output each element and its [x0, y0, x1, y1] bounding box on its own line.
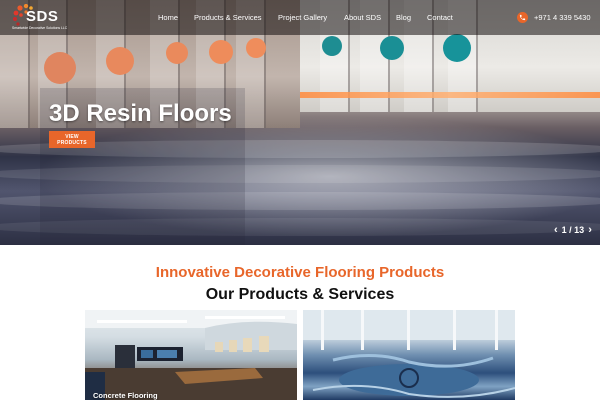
nav-contact[interactable]: Contact [427, 13, 453, 22]
hero-slider: 3D Resin Floors VIEW PRODUCTS ‹ 1 / 13 › [0, 0, 600, 245]
top-navigation-bar: SDS Smartwide Decorative Solutions LLC H… [0, 0, 600, 35]
hero-light-strip [300, 92, 600, 98]
nav-project-gallery[interactable]: Project Gallery [278, 13, 327, 22]
card-label: Concrete Flooring [93, 391, 158, 400]
nav-blog[interactable]: Blog [396, 13, 411, 22]
resin-floor-image [303, 310, 515, 398]
slide-counter: 1 / 13 [561, 225, 585, 235]
chevron-right-icon[interactable]: › [588, 224, 592, 236]
product-card-concrete-flooring[interactable]: Concrete Flooring [85, 310, 297, 400]
section-subtitle: Innovative Decorative Flooring Products [155, 264, 445, 281]
nav-about[interactable]: About SDS [344, 13, 381, 22]
slide-pager: ‹ 1 / 13 › [554, 224, 592, 236]
hero-title: 3D Resin Floors [49, 100, 232, 127]
section-heading: Our Products & Services [205, 286, 395, 303]
chevron-left-icon[interactable]: ‹ [554, 224, 558, 236]
phone-icon[interactable] [517, 12, 528, 23]
nav-products-services[interactable]: Products & Services [194, 13, 262, 22]
nav-home[interactable]: Home [158, 13, 178, 22]
phone-number[interactable]: +971 4 339 5430 [534, 13, 591, 22]
logo-tagline: Smartwide Decorative Solutions LLC [12, 26, 68, 30]
product-card-2[interactable] [303, 310, 515, 400]
concrete-flooring-image [85, 310, 297, 400]
view-products-button[interactable]: VIEW PRODUCTS [49, 131, 95, 148]
logo-text[interactable]: SDS [26, 8, 58, 25]
